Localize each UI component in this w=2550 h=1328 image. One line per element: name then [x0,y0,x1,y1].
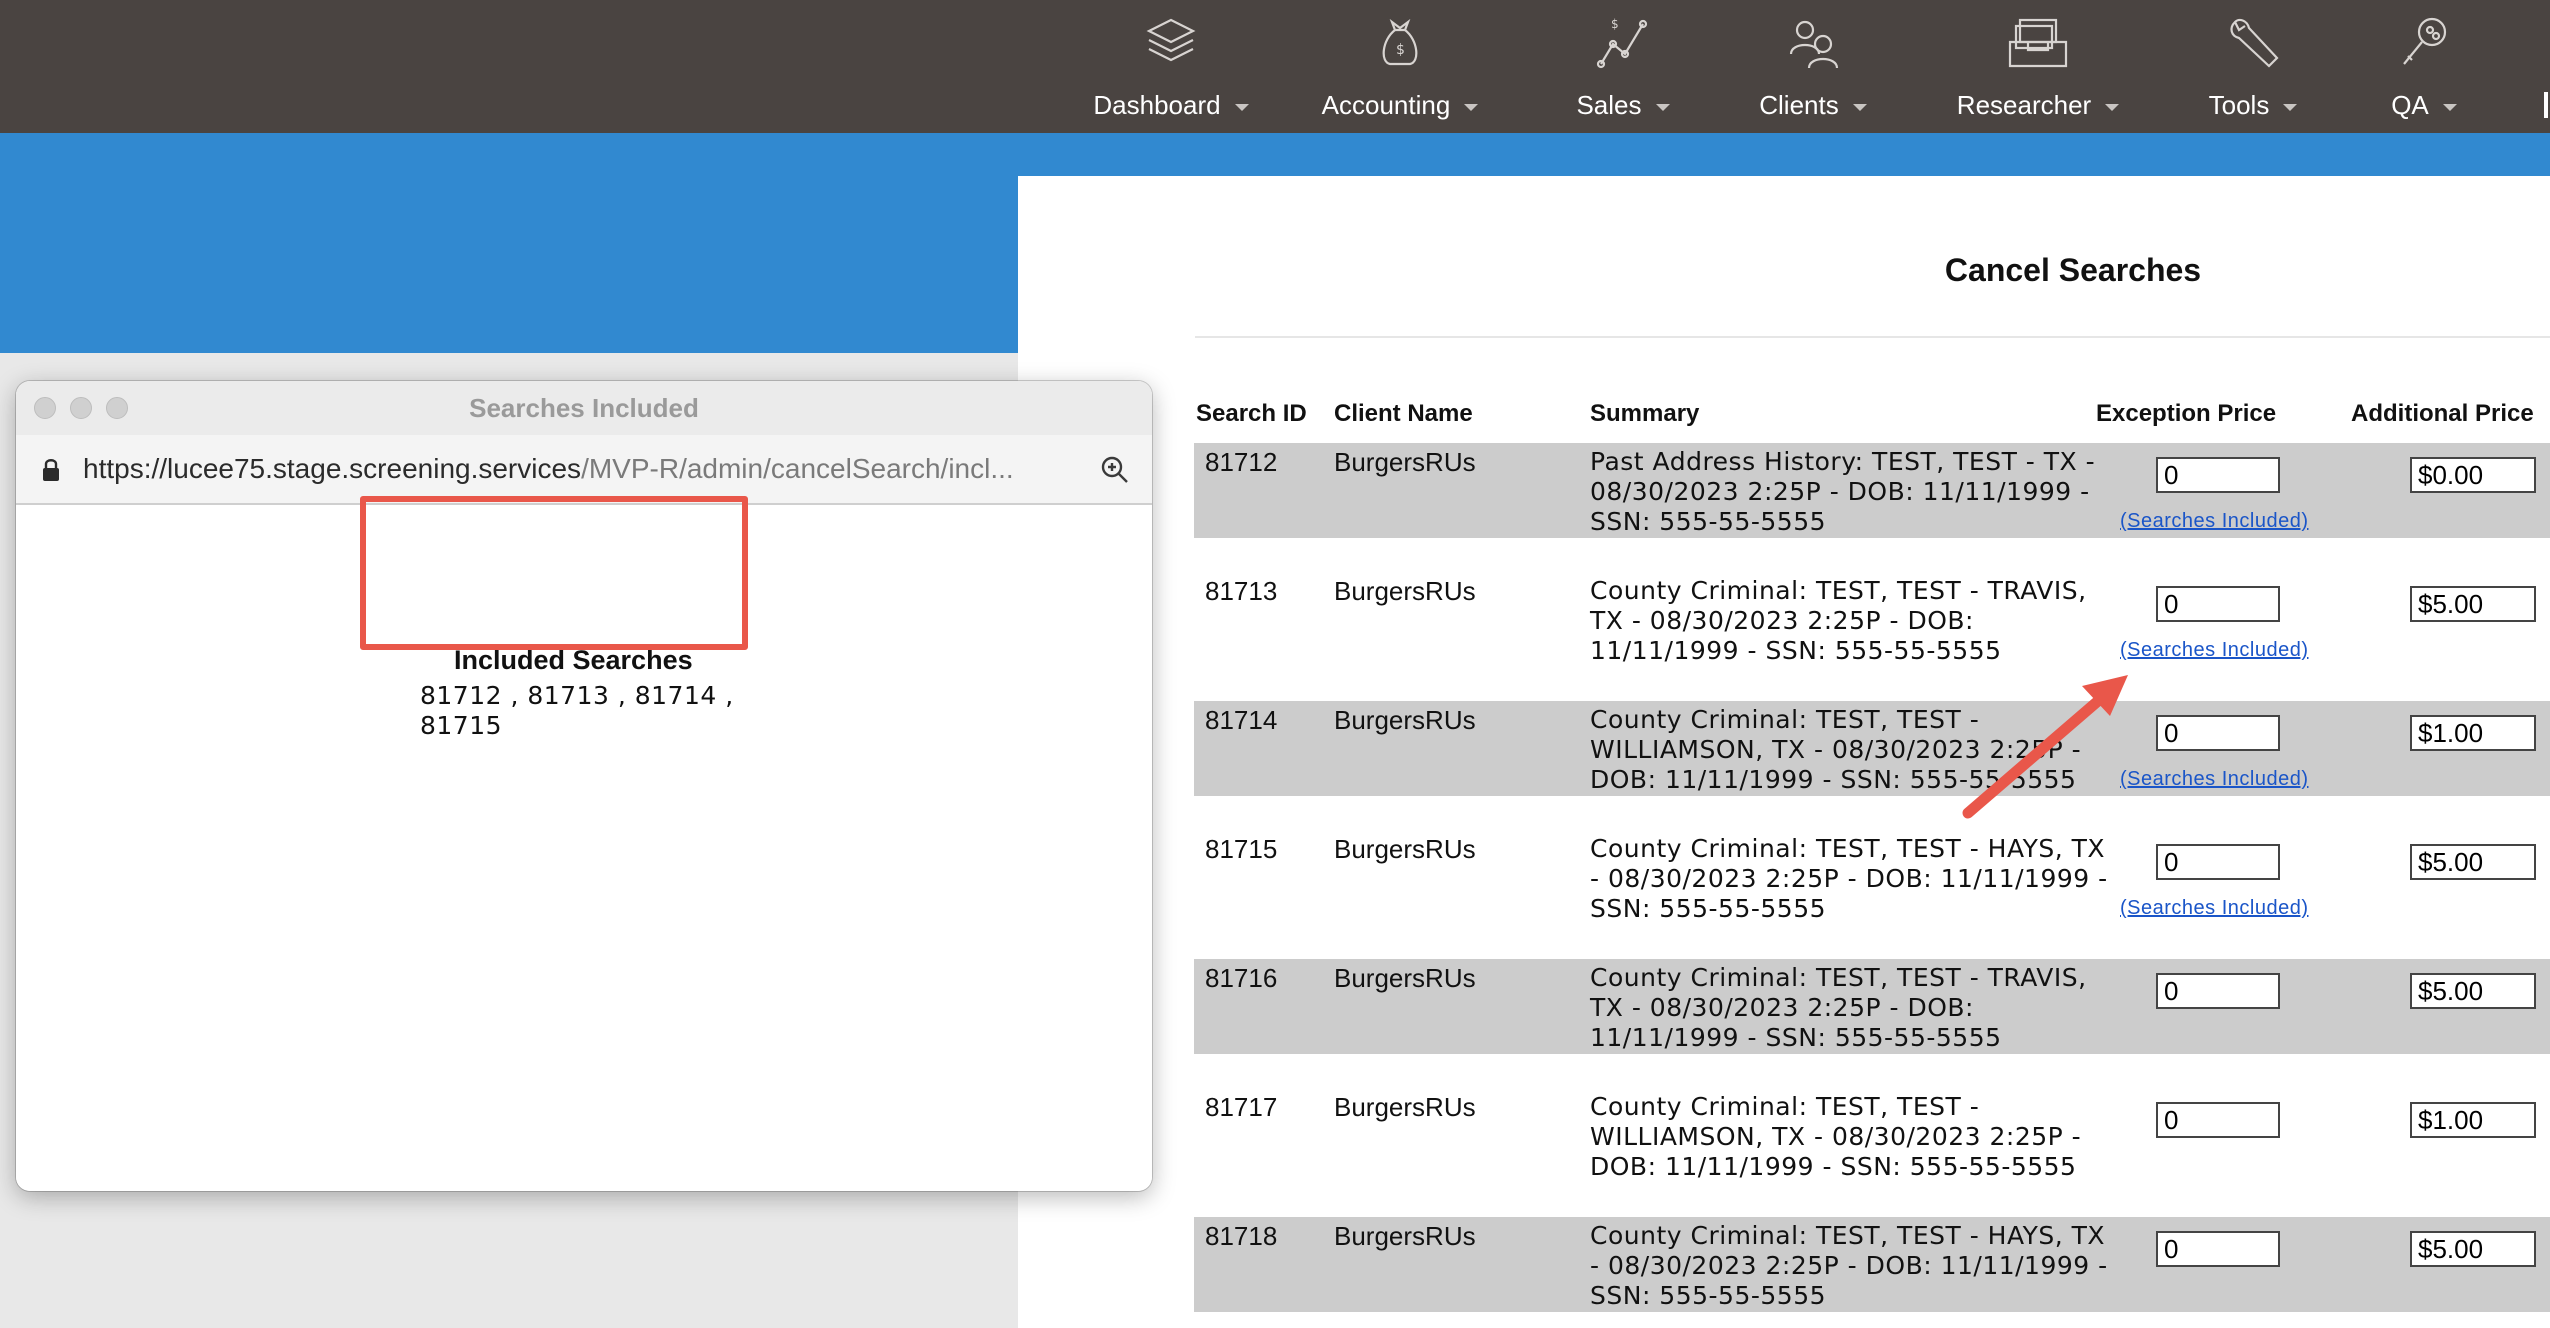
annotation-arrow [1962,675,2128,819]
